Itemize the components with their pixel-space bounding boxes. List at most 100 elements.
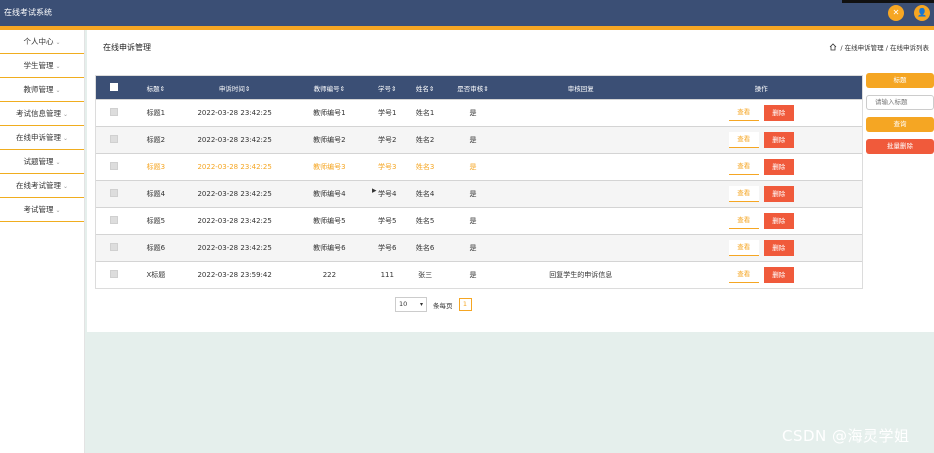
page-title: 在线申诉管理 xyxy=(103,43,151,52)
table-header: 标题⇕ 申诉时间⇕ 教师编号⇕ 学号⇕ 姓名⇕ 是否审核⇕ 审核回复 操作 xyxy=(96,76,862,99)
view-button[interactable]: 查看 xyxy=(728,159,759,175)
column-header-title[interactable]: 标题⇕ xyxy=(132,83,180,93)
cell-teacher: 教师编号2 xyxy=(313,136,346,144)
cell-teacher: 222 xyxy=(322,271,337,279)
breadcrumb-sep: / xyxy=(840,44,843,52)
delete-button[interactable]: 删除 xyxy=(763,213,794,229)
page-size-select[interactable]: 10 ▾ xyxy=(395,297,427,312)
chevron-down-icon: ▾ xyxy=(419,301,423,308)
breadcrumb: / 在线申诉管理 / 在线申诉列表 xyxy=(829,42,929,53)
user-icon[interactable]: 👤 xyxy=(914,5,930,21)
delete-button[interactable]: 删除 xyxy=(763,267,794,283)
chevron-down-icon: ⌄ xyxy=(62,111,69,118)
view-button[interactable]: 查看 xyxy=(728,105,759,121)
app-title: 在线考试系统 xyxy=(4,8,52,17)
search-button[interactable]: 查询 xyxy=(866,117,934,132)
sidebar-item-exam-info[interactable]: 考试信息管理 ⌄ xyxy=(0,102,84,126)
cell-student-no: 111 xyxy=(380,271,394,279)
row-checkbox[interactable] xyxy=(109,270,118,278)
table-row: 标题6 2022-03-28 23:42:25 教师编号6 学号6 姓名6 是 … xyxy=(96,234,862,261)
cell-title: 标题3 xyxy=(146,163,166,171)
table-row: 标题1 2022-03-28 23:42:25 教师编号1 学号1 姓名1 是 … xyxy=(96,99,862,126)
sidebar-item-teachers[interactable]: 教师管理 ⌄ xyxy=(0,78,84,102)
row-checkbox[interactable] xyxy=(109,243,118,251)
page-size-label: 条每页 xyxy=(433,301,453,310)
sort-icon: ⇕ xyxy=(391,84,397,93)
cell-time: 2022-03-28 23:42:25 xyxy=(197,217,272,225)
home-icon[interactable] xyxy=(829,43,837,53)
chevron-down-icon: ⌄ xyxy=(62,183,69,190)
chevron-down-icon: ⌄ xyxy=(62,135,69,142)
cell-reviewed: 是 xyxy=(469,109,477,117)
cell-name: 姓名4 xyxy=(415,190,435,198)
sidebar-item-profile[interactable]: 个人中心 ⌄ xyxy=(0,30,84,54)
mouse-cursor-icon: ▸ xyxy=(372,186,377,196)
column-header-time[interactable]: 申诉时间⇕ xyxy=(180,83,290,93)
table-row: 标题5 2022-03-28 23:42:25 教师编号5 学号5 姓名5 是 … xyxy=(96,207,862,234)
row-checkbox[interactable] xyxy=(109,216,118,224)
column-header-student-no[interactable]: 学号⇕ xyxy=(369,83,405,93)
cell-time: 2022-03-28 23:42:25 xyxy=(197,244,272,252)
cell-student-no: 学号1 xyxy=(378,109,397,117)
cell-reviewed: 是 xyxy=(469,136,477,144)
batch-delete-button[interactable]: 批量删除 xyxy=(866,139,934,154)
cell-time: 2022-03-28 23:42:25 xyxy=(197,136,272,144)
view-button[interactable]: 查看 xyxy=(728,186,759,202)
delete-button[interactable]: 删除 xyxy=(763,159,794,175)
cell-student-no: 学号6 xyxy=(378,244,397,252)
chevron-down-icon: ⌄ xyxy=(55,39,61,46)
sort-icon: ⇕ xyxy=(483,84,489,93)
view-button[interactable]: 查看 xyxy=(728,132,759,148)
cell-title: 标题5 xyxy=(146,217,166,225)
close-icon[interactable]: ✕ xyxy=(888,5,904,21)
top-bar: 在线考试系统 ✕ 👤 xyxy=(0,0,934,26)
search-input[interactable]: 请输入标题 xyxy=(866,95,934,110)
sidebar-item-exams[interactable]: 考试管理 ⌄ xyxy=(0,198,84,222)
watermark: CSDN @海灵学姐 xyxy=(782,427,910,445)
column-header-teacher[interactable]: 教师编号⇕ xyxy=(290,83,370,93)
delete-button[interactable]: 删除 xyxy=(763,240,794,256)
main-panel: 在线申诉管理 / 在线申诉管理 / 在线申诉列表 标题⇕ 申诉时间⇕ 教师编号⇕… xyxy=(87,30,934,332)
pagination: 10 ▾ 条每页 1 xyxy=(395,297,472,312)
cell-reviewed: 是 xyxy=(469,163,477,171)
breadcrumb-item[interactable]: 在线申诉管理 xyxy=(845,44,884,52)
column-header-actions: 操作 xyxy=(754,84,768,93)
delete-button[interactable]: 删除 xyxy=(763,186,794,202)
row-checkbox[interactable] xyxy=(109,189,118,197)
cell-name: 姓名6 xyxy=(415,244,435,252)
delete-button[interactable]: 删除 xyxy=(763,105,794,121)
cell-reviewed: 是 xyxy=(469,244,477,252)
delete-button[interactable]: 删除 xyxy=(763,132,794,148)
page-number-button[interactable]: 1 xyxy=(458,298,472,311)
chevron-down-icon: ⌄ xyxy=(55,207,61,214)
cell-name: 姓名1 xyxy=(415,109,435,117)
cell-name: 张三 xyxy=(418,271,433,279)
select-all-checkbox[interactable] xyxy=(109,82,118,91)
cell-reviewed: 是 xyxy=(469,190,477,198)
overlay-bar xyxy=(842,0,934,3)
toolbar: 标题 请输入标题 查询 批量删除 xyxy=(866,73,934,161)
sidebar-item-students[interactable]: 学生管理 ⌄ xyxy=(0,54,84,78)
cell-reviewed: 是 xyxy=(469,217,477,225)
view-button[interactable]: 查看 xyxy=(728,240,759,256)
sidebar-item-online-exams[interactable]: 在线考试管理 ⌄ xyxy=(0,174,84,198)
cell-teacher: 教师编号3 xyxy=(313,163,346,171)
table-row: 标题3 2022-03-28 23:42:25 教师编号3 学号3 姓名3 是 … xyxy=(96,153,862,180)
sidebar-item-questions[interactable]: 试题管理 ⌄ xyxy=(0,150,84,174)
view-button[interactable]: 查看 xyxy=(728,267,759,283)
title-label-button[interactable]: 标题 xyxy=(866,73,934,88)
row-checkbox[interactable] xyxy=(109,135,118,143)
cell-reviewed: 是 xyxy=(469,271,477,279)
column-header-reviewed[interactable]: 是否审核⇕ xyxy=(445,83,501,93)
cell-student-no: 学号5 xyxy=(378,217,397,225)
table-row: 标题4 2022-03-28 23:42:25 教师编号4 学号4 姓名4 是 … xyxy=(96,180,862,207)
row-checkbox[interactable] xyxy=(109,162,118,170)
table-row: X标题 2022-03-28 23:59:42 222 111 张三 是 回复学… xyxy=(96,261,862,288)
sidebar-item-appeals[interactable]: 在线申诉管理 ⌄ xyxy=(0,126,84,150)
column-header-name[interactable]: 姓名⇕ xyxy=(405,83,445,93)
breadcrumb-sep: / xyxy=(885,44,888,52)
row-checkbox[interactable] xyxy=(109,108,118,116)
cell-time: 2022-03-28 23:42:25 xyxy=(197,190,272,198)
view-button[interactable]: 查看 xyxy=(728,213,759,229)
cell-title: 标题1 xyxy=(146,109,166,117)
